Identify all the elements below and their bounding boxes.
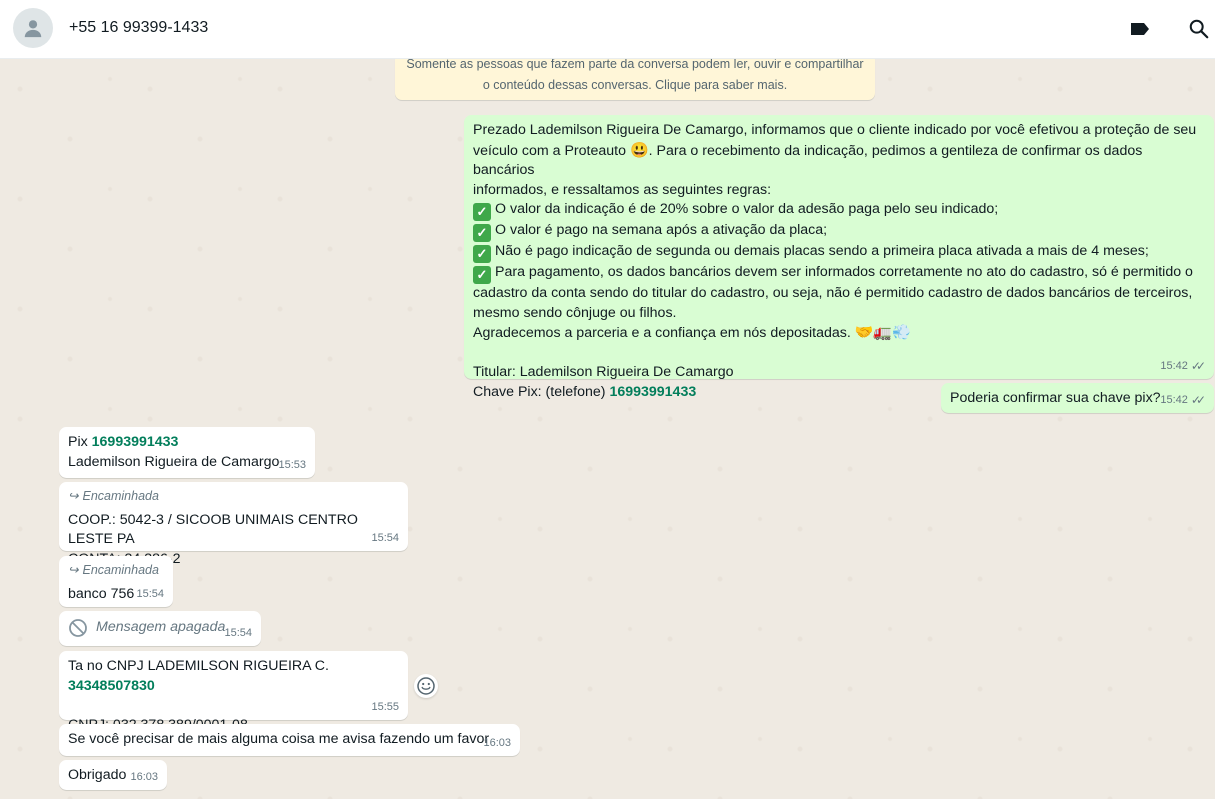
message-text: Se você precisar de mais alguma coisa me… (68, 731, 490, 747)
contact-name[interactable]: +55 16 99399-1433 (69, 19, 208, 37)
smile-emoji-icon: 😃 (629, 141, 649, 159)
check-box-icon: ✓ (473, 224, 491, 242)
rule-item: ✓ O valor da indicação é de 20% sobre o v… (473, 200, 1205, 221)
message-text: Titular: Lademilson Rigueira De Camargo (473, 364, 734, 380)
message-outgoing-question[interactable]: Poderia confirmar sua chave pix? 15:42 ✓✓ (941, 383, 1214, 413)
message-text: cadastro da conta sendo do titular do ca… (473, 285, 1193, 301)
phone-link[interactable]: 16993991433 (92, 434, 179, 450)
rule-item: ✓ Não é pago indicação de segunda ou dema… (473, 242, 1205, 263)
message-text: Lademilson Rigueira de Camargo (68, 453, 280, 470)
message-time: 15:42 ✓✓ (1160, 357, 1206, 377)
person-icon (24, 20, 42, 38)
rule-item: ✓ Para pagamento, os dados bancários deve… (473, 263, 1205, 284)
message-time: 16:03 (483, 736, 511, 749)
search-icon[interactable] (1186, 16, 1212, 42)
message-text: Pix 16993991433 (68, 434, 179, 450)
message-incoming-bank[interactable]: ↪ Encaminhada COOP.: 5042-3 / SICOOB UNIM… (59, 482, 408, 567)
forwarded-label: ↪ Encaminhada (68, 487, 399, 507)
blocked-icon (69, 619, 87, 637)
chat-header: +55 16 99399-1433 (0, 0, 1215, 59)
message-time: 15:54 (136, 587, 164, 600)
phone-link[interactable]: 16993991433 (609, 384, 696, 400)
message-time: 15:54 (371, 531, 399, 544)
message-text: mesmo sendo cônjuge ou filhos. (473, 304, 677, 321)
forwarded-label: ↪ Encaminhada (68, 561, 164, 581)
message-incoming-bank-code[interactable]: ↪ Encaminhada banco 756 15:54 (59, 556, 173, 607)
forward-arrow-icon: ↪ (68, 563, 79, 577)
encryption-notice[interactable]: Somente as pessoas que fazem parte da co… (395, 59, 875, 100)
encryption-notice-line1: Somente as pessoas que fazem parte da co… (406, 59, 864, 71)
message-text: Ta no CNPJ LADEMILSON RIGUEIRA C. 343485… (68, 658, 329, 694)
double-check-icon: ✓✓ (1190, 392, 1206, 407)
handshake-truck-emoji-icon: 🤝🚛💨 (854, 324, 911, 341)
rule-item: ✓ O valor é pago na semana após a ativaçã… (473, 221, 1205, 242)
message-time: 15:55 (371, 700, 399, 713)
message-incoming-pix[interactable]: Pix 16993991433 Lademilson Rigueira de C… (59, 427, 315, 478)
encryption-notice-line2: o conteúdo dessas conversas. Clique para… (482, 78, 788, 92)
message-incoming-thanks[interactable]: Obrigado 16:03 (59, 760, 167, 790)
avatar[interactable] (13, 8, 53, 48)
message-text: Agradecemos a parceria e a confiança em … (473, 324, 911, 341)
message-text: veículo com a Proteauto 😃. Para o recebi… (473, 141, 1143, 179)
chat-pane[interactable]: Somente as pessoas que fazem parte da co… (0, 59, 1215, 799)
message-incoming-favor[interactable]: Se você precisar de mais alguma coisa me… (59, 724, 520, 756)
label-icon[interactable] (1127, 16, 1153, 42)
check-box-icon: ✓ (473, 203, 491, 221)
message-time: 15:54 (224, 626, 252, 639)
phone-link[interactable]: 34348507830 (68, 678, 155, 694)
message-time: 15:53 (278, 458, 306, 471)
check-box-icon: ✓ (473, 266, 491, 284)
reaction-emoji-icon[interactable] (414, 674, 438, 698)
message-text: COOP.: 5042-3 / SICOOB UNIMAIS CENTRO LE… (68, 511, 358, 548)
forward-arrow-icon: ↪ (68, 489, 79, 503)
check-box-icon: ✓ (473, 245, 491, 263)
double-check-icon: ✓✓ (1190, 358, 1206, 373)
message-incoming-cnpj[interactable]: Ta no CNPJ LADEMILSON RIGUEIRA C. 343485… (59, 651, 408, 733)
message-time: 15:42 ✓✓ (1160, 391, 1206, 411)
message-outgoing-rules[interactable]: Prezado Lademilson Rigueira De Camargo, … (464, 115, 1214, 400)
message-incoming-deleted[interactable]: Mensagem apagada 15:54 (59, 611, 261, 646)
message-text: informados, e ressaltamos as seguintes r… (473, 181, 772, 198)
message-time: 16:03 (130, 770, 158, 783)
message-text: Prezado Lademilson Rigueira De Camargo, … (473, 122, 1197, 138)
